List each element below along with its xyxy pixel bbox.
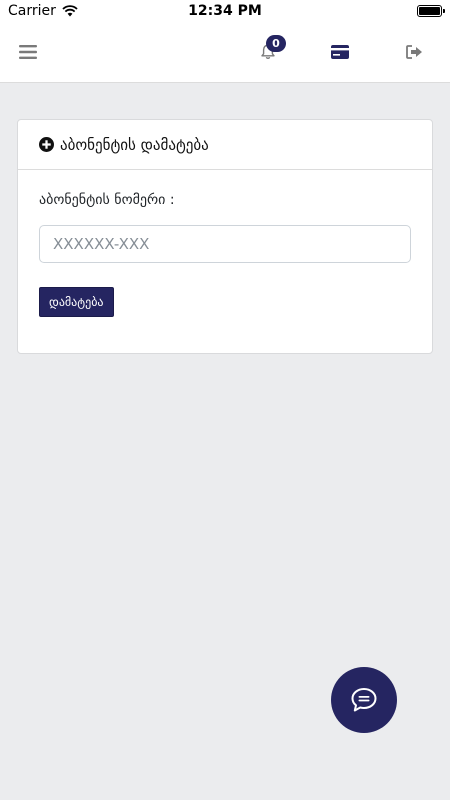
hamburger-icon	[19, 45, 37, 59]
credit-card-icon	[331, 45, 349, 59]
card-title: აბონენტის დამატება	[60, 135, 209, 154]
card-body: აბონენტის ნომერი : დამატება	[18, 170, 432, 317]
subscriber-number-label: აბონენტის ნომერი :	[39, 192, 175, 208]
carrier-label: Carrier	[8, 3, 56, 19]
status-left: Carrier	[8, 3, 78, 19]
top-nav-bar: 0	[0, 22, 450, 83]
menu-button[interactable]	[10, 22, 46, 82]
logout-button[interactable]	[396, 22, 432, 82]
chat-bubble-icon	[351, 688, 377, 712]
plus-circle-icon	[39, 137, 54, 152]
subscriber-number-input[interactable]	[39, 225, 411, 263]
logout-icon	[405, 45, 422, 59]
notifications-button[interactable]: 0	[248, 22, 288, 82]
battery-icon	[417, 5, 445, 17]
card-button[interactable]	[322, 22, 358, 82]
status-bar: Carrier 12:34 PM	[0, 0, 450, 22]
add-button[interactable]: დამატება	[39, 287, 114, 317]
notification-count-badge: 0	[266, 35, 286, 52]
chat-button[interactable]	[331, 667, 397, 733]
card-header: აბონენტის დამატება	[18, 120, 432, 170]
wifi-icon	[62, 5, 78, 17]
add-subscriber-card: აბონენტის დამატება აბონენტის ნომერი : და…	[17, 119, 433, 354]
